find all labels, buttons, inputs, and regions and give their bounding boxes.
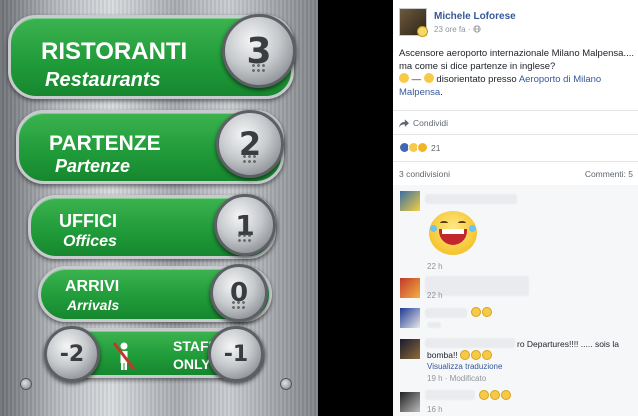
screw-icon	[280, 378, 292, 390]
redacted-meta	[427, 322, 441, 328]
post-counts: 3 condivisioni Commenti: 5	[399, 169, 633, 179]
comment-time[interactable]: 22 h	[427, 262, 443, 271]
grin-emoji-icon	[482, 307, 492, 317]
floor-label-it: ARRIVI	[65, 278, 120, 295]
commenter-avatar[interactable]	[400, 339, 420, 359]
grin-emoji-icon	[460, 350, 471, 360]
wow-reaction-icon	[417, 142, 428, 153]
grin-emoji-icon	[479, 390, 489, 400]
redacted-name	[425, 338, 515, 348]
floor-label-en: Partenze	[55, 156, 131, 176]
screenshot-root: RISTORANTI Restaurants 3 PARTENZE Parten…	[0, 0, 638, 416]
shares-count[interactable]: 3 condivisioni	[399, 169, 450, 179]
confused-emoji-icon	[399, 73, 409, 83]
author-name[interactable]: Michele Loforese	[434, 11, 516, 22]
post-body: Ascensore aeroporto internazionale Milan…	[399, 48, 634, 98]
elevator-panel-photo: RISTORANTI Restaurants 3 PARTENZE Parten…	[0, 0, 318, 416]
commenter-avatar[interactable]	[400, 392, 420, 412]
comment-text: ro Departures!!!! ..... sois la	[517, 339, 620, 349]
globe-icon	[473, 25, 481, 33]
redacted-name	[425, 390, 475, 400]
grin-emoji-icon	[501, 390, 511, 400]
floor-button-1[interactable]: 1	[214, 194, 276, 256]
see-translation-link[interactable]: Visualizza traduzione	[427, 362, 502, 371]
no-entry-person-icon	[113, 342, 135, 370]
only-label: ONLY	[173, 356, 211, 372]
comment-time[interactable]: 22 h	[427, 291, 443, 300]
redacted-name	[425, 194, 517, 204]
floor-button-3[interactable]: 3	[222, 14, 296, 88]
floor-label-en: Offices	[63, 233, 117, 250]
floor-button-2[interactable]: 2	[216, 110, 284, 178]
reactions-count: 21	[431, 142, 441, 153]
comment-time[interactable]: 16 h	[427, 405, 443, 414]
reactions-summary[interactable]: 21	[399, 142, 440, 153]
commenter-avatar[interactable]	[400, 191, 420, 211]
comment-text: bomba!!	[427, 350, 493, 361]
floor-label-it: RISTORANTI	[41, 38, 188, 65]
author-avatar[interactable]	[399, 8, 428, 37]
comments-count[interactable]: Commenti: 5	[585, 169, 633, 179]
floor-label-en: Arrivals	[67, 297, 120, 313]
braille-icon	[231, 299, 247, 310]
floor-button-0[interactable]: 0	[210, 264, 268, 322]
grin-emoji-icon	[471, 350, 482, 360]
grin-emoji-icon	[482, 350, 493, 360]
commenter-avatar[interactable]	[400, 308, 420, 328]
commenter-avatar[interactable]	[400, 278, 420, 298]
braille-icon	[242, 153, 258, 164]
redacted-name	[425, 308, 467, 318]
braille-icon	[251, 62, 267, 73]
floor-button-minus-2[interactable]: -2	[44, 326, 100, 382]
grin-emoji-icon	[490, 390, 500, 400]
facebook-post-panel: Michele Loforese 23 ore fa · Ascensore a…	[393, 0, 638, 416]
floor-label-it: PARTENZE	[49, 132, 161, 155]
grin-emoji-icon	[471, 307, 481, 317]
post-header: Michele Loforese 23 ore fa ·	[393, 0, 638, 40]
floor-label-it: UFFICI	[59, 211, 117, 231]
floor-button-minus-1[interactable]: -1	[208, 326, 264, 382]
share-icon	[399, 118, 409, 128]
laughing-emoji-sticker	[429, 211, 477, 255]
share-button[interactable]: Condividi	[399, 118, 448, 128]
floor-label-en: Restaurants	[45, 69, 161, 91]
braille-icon	[237, 232, 253, 243]
feeling-emoji-icon	[423, 73, 434, 83]
comments-list: 22 h 22 h ro Departures!!!! ..... sois l…	[393, 185, 638, 416]
post-timestamp[interactable]: 23 ore fa ·	[434, 25, 481, 34]
comment-time[interactable]: 19 h · Modificato	[427, 374, 486, 383]
screw-icon	[20, 378, 32, 390]
